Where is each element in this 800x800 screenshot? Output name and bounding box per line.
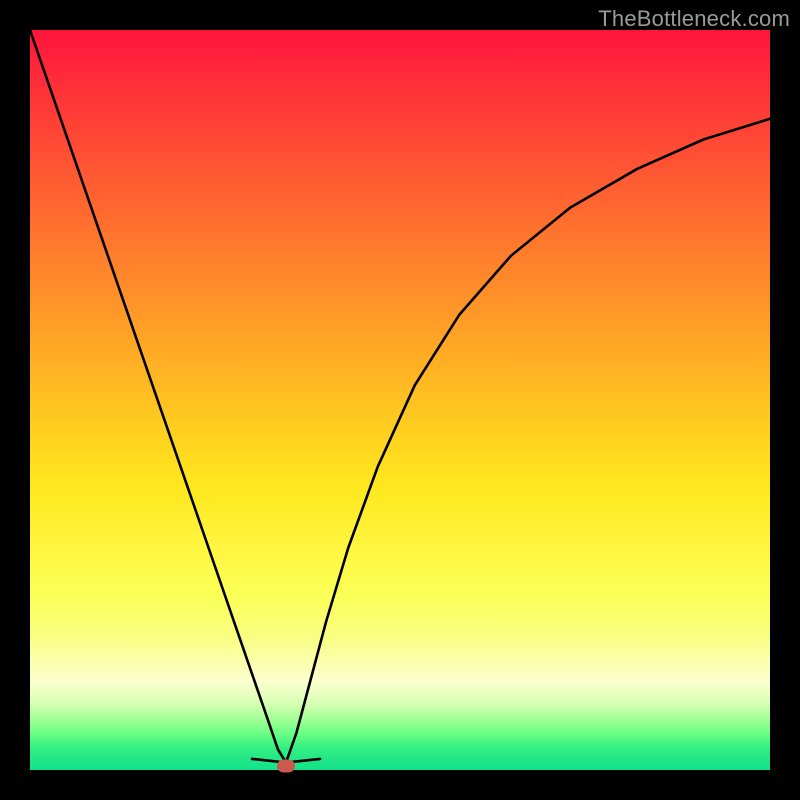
- curve-layer: [30, 30, 770, 770]
- plot-area: [30, 30, 770, 770]
- chart-frame: TheBottleneck.com: [0, 0, 800, 800]
- valley-marker: [277, 759, 295, 772]
- watermark-text: TheBottleneck.com: [598, 6, 790, 32]
- bottleneck-curve: [30, 30, 770, 763]
